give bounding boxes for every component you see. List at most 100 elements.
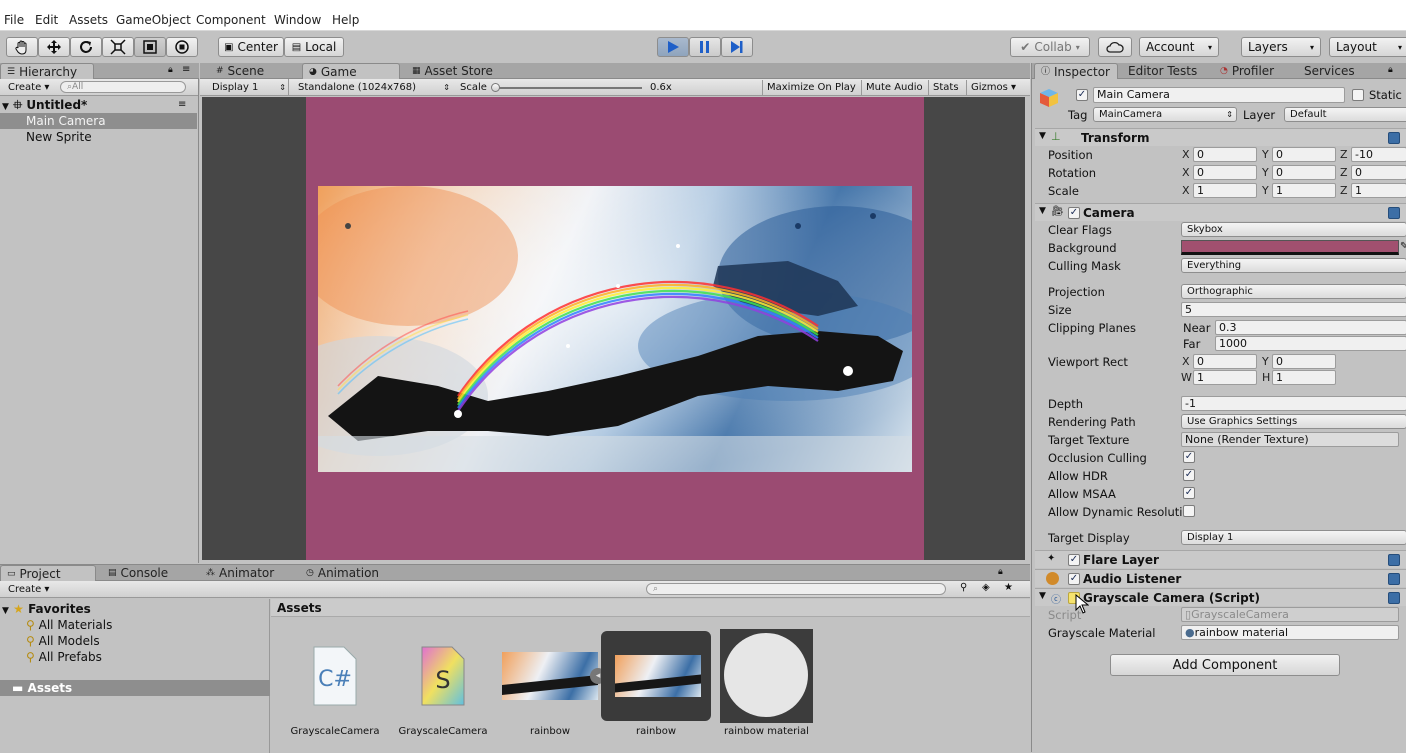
rotation-y-field[interactable]: 0 — [1272, 165, 1336, 180]
audio-listener-checkbox[interactable]: ✓ — [1068, 573, 1080, 585]
mute-audio-toggle[interactable]: Mute Audio — [861, 80, 927, 95]
scale-y-field[interactable]: 1 — [1272, 183, 1336, 198]
projection-dropdown[interactable]: Orthographic — [1181, 284, 1406, 299]
scale-z-field[interactable]: 1 — [1351, 183, 1406, 198]
tab-console[interactable]: ▤ Console — [102, 565, 174, 581]
project-search-input[interactable]: ⌕ — [646, 583, 946, 595]
pivot-local-toggle[interactable]: ▤ Local — [284, 37, 344, 57]
transform-header[interactable]: ▼ ⊥ Transform — [1035, 128, 1406, 146]
filter-by-label-icon[interactable]: ◈ — [982, 582, 990, 593]
step-button[interactable] — [721, 37, 753, 57]
flare-layer-header[interactable]: ✦ ✓ Flare Layer — [1035, 550, 1406, 568]
foldout-arrow-icon[interactable]: ▼ — [1039, 591, 1046, 601]
rendering-path-dropdown[interactable]: Use Graphics Settings — [1181, 414, 1406, 429]
assets-folder-row[interactable]: ▬ Assets — [0, 680, 270, 696]
allow-hdr-checkbox[interactable]: ✓ — [1183, 469, 1195, 481]
pivot-center-toggle[interactable]: ▣ Center — [218, 37, 284, 57]
rotation-z-field[interactable]: 0 — [1351, 165, 1406, 180]
display-dropdown[interactable]: Display 1 ⇕ — [208, 80, 288, 95]
allow-msaa-checkbox[interactable]: ✓ — [1183, 487, 1195, 499]
expand-arrow-icon[interactable]: ▼ — [2, 606, 9, 616]
background-color-swatch[interactable] — [1181, 240, 1399, 255]
menu-component[interactable]: Component — [196, 13, 266, 27]
rect-tool-button[interactable] — [134, 37, 166, 57]
allow-dynamic-resolution-checkbox[interactable] — [1183, 505, 1195, 517]
cloud-button[interactable] — [1098, 37, 1132, 57]
tab-project[interactable]: ▭ Project — [0, 565, 96, 581]
transform-tool-button[interactable] — [166, 37, 198, 57]
culling-mask-dropdown[interactable]: Everything — [1181, 258, 1406, 273]
target-texture-field[interactable]: None (Render Texture) — [1181, 432, 1399, 447]
asset-grayscalecamera-script[interactable]: C# GrayscaleCamera — [285, 630, 385, 740]
hierarchy-item-new-sprite[interactable]: New Sprite — [0, 129, 197, 145]
gameobject-name-field[interactable]: Main Camera — [1093, 87, 1345, 103]
help-icon[interactable] — [1388, 207, 1400, 219]
tab-asset-store[interactable]: ▦ Asset Store — [406, 63, 499, 79]
hierarchy-item-main-camera[interactable]: Main Camera — [0, 113, 197, 129]
add-component-button[interactable]: Add Component — [1110, 654, 1340, 676]
size-field[interactable]: 5 — [1181, 302, 1406, 317]
menu-window[interactable]: Window — [274, 13, 321, 27]
panel-menu-icon[interactable]: ≡ — [182, 64, 190, 75]
target-display-dropdown[interactable]: Display 1 — [1181, 530, 1406, 545]
hierarchy-search-input[interactable]: ⌕All — [60, 81, 186, 93]
help-icon[interactable] — [1388, 132, 1400, 144]
scene-menu-icon[interactable]: ≡ — [178, 97, 186, 113]
asset-rainbow-texture[interactable]: ◂ rainbow — [500, 630, 606, 740]
tab-editor-tests[interactable]: Editor Tests — [1122, 63, 1203, 79]
near-field[interactable]: 0.3 — [1215, 320, 1406, 335]
tab-scene[interactable]: # Scene — [210, 63, 270, 79]
play-button[interactable] — [657, 37, 689, 57]
lock-icon[interactable]: 🔒︎ — [1388, 65, 1393, 75]
favorite-all-models[interactable]: ⚲ All Models — [0, 633, 197, 649]
favorite-all-prefabs[interactable]: ⚲ All Prefabs — [0, 649, 197, 665]
viewport-y-field[interactable]: 0 — [1272, 354, 1336, 369]
layout-dropdown[interactable]: Layout ▾ — [1329, 37, 1406, 57]
resolution-dropdown[interactable]: Standalone (1024x768) ⇕ — [294, 80, 452, 95]
asset-rainbow-sprite[interactable]: rainbow — [601, 631, 711, 737]
grayscale-camera-header[interactable]: ▼ ⓒ Grayscale Camera (Script) — [1035, 588, 1406, 606]
project-create-dropdown[interactable]: Create ▾ — [4, 582, 53, 597]
hierarchy-create-dropdown[interactable]: Create ▾ — [4, 80, 53, 95]
move-tool-button[interactable] — [38, 37, 70, 57]
pause-button[interactable] — [689, 37, 721, 57]
scale-tool-button[interactable] — [102, 37, 134, 57]
tag-dropdown[interactable]: MainCamera ⇕ — [1093, 107, 1237, 122]
slider-thumb[interactable] — [491, 83, 500, 92]
account-dropdown[interactable]: Account ▾ — [1139, 37, 1219, 57]
help-icon[interactable] — [1388, 554, 1400, 566]
scene-row[interactable]: ▼ ⯐ Untitled* ≡ — [0, 97, 197, 113]
far-field[interactable]: 1000 — [1215, 336, 1406, 351]
maximize-on-play-toggle[interactable]: Maximize On Play — [762, 80, 860, 95]
menu-edit[interactable]: Edit — [35, 13, 58, 27]
help-icon[interactable] — [1388, 573, 1400, 585]
camera-header[interactable]: ▼ 🎥︎ ✓ Camera — [1035, 203, 1406, 221]
rotation-x-field[interactable]: 0 — [1193, 165, 1257, 180]
tab-animator[interactable]: ⁂ Animator — [200, 565, 280, 581]
menu-gameobject[interactable]: GameObject — [116, 13, 191, 27]
foldout-arrow-icon[interactable]: ▼ — [1039, 206, 1046, 216]
camera-enabled-checkbox[interactable]: ✓ — [1068, 207, 1080, 219]
favorite-all-materials[interactable]: ⚲ All Materials — [0, 617, 197, 633]
collab-dropdown[interactable]: ✔ Collab ▾ — [1010, 37, 1090, 57]
viewport-x-field[interactable]: 0 — [1193, 354, 1257, 369]
menu-help[interactable]: Help — [332, 13, 359, 27]
favorite-star-icon[interactable]: ★ — [1004, 582, 1013, 593]
viewport-w-field[interactable]: 1 — [1193, 370, 1257, 385]
filter-by-type-icon[interactable]: ⚲ — [960, 582, 967, 593]
hand-tool-button[interactable] — [6, 37, 38, 57]
flare-layer-checkbox[interactable]: ✓ — [1068, 554, 1080, 566]
game-render-area[interactable] — [202, 97, 1025, 560]
scale-slider[interactable] — [491, 83, 642, 92]
help-icon[interactable] — [1388, 592, 1400, 604]
occlusion-culling-checkbox[interactable]: ✓ — [1183, 451, 1195, 463]
assets-breadcrumb-label[interactable]: Assets — [277, 601, 322, 615]
tab-inspector[interactable]: ⓘ Inspector — [1034, 63, 1118, 79]
menu-assets[interactable]: Assets — [69, 13, 108, 27]
expand-arrow-icon[interactable]: ▼ — [2, 102, 9, 112]
tab-profiler[interactable]: ◔ Profiler — [1214, 63, 1280, 79]
eyedropper-icon[interactable]: ✎ — [1400, 241, 1406, 252]
foldout-arrow-icon[interactable]: ▼ — [1039, 131, 1046, 141]
layer-dropdown[interactable]: Default — [1284, 107, 1406, 122]
depth-field[interactable]: -1 — [1181, 396, 1406, 411]
